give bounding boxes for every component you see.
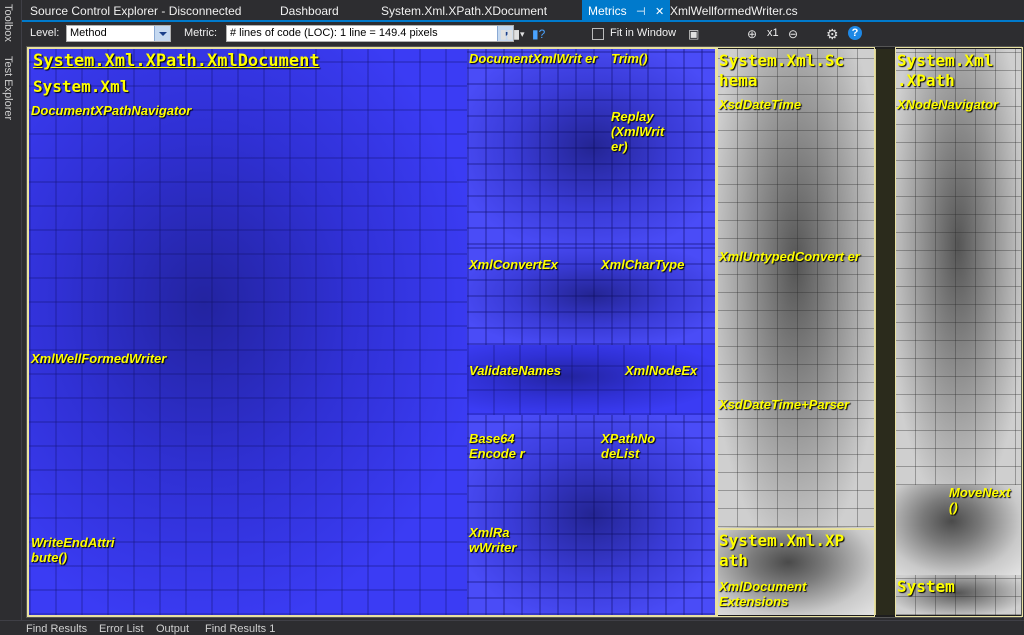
tab-find-results-1[interactable]: Find Results 1 [205,623,275,635]
class-label-xmlwellformedwriter: XmlWellFormedWriter [31,351,167,366]
treemap-separator [875,49,897,615]
metric-value: # lines of code (LOC): 1 line = 149.4 pi… [230,27,438,39]
zoom-level: x1 [767,27,779,39]
method-label-trim: Trim() [611,51,648,66]
fit-window-icon[interactable] [592,28,604,40]
tab-error-list[interactable]: Error List [99,623,144,635]
zoom-in-icon[interactable]: ⊕ [747,26,757,42]
treemap-cell-documentxmlwriter[interactable] [467,49,717,245]
tab-dashboard[interactable]: Dashboard [274,0,345,22]
metrics-toolbar: Level: Method Metric: # lines of code (L… [22,22,1024,46]
class-label-xpathnodelist: XPathNo deList [601,431,656,461]
class-label-documentxmlwriter: DocumentXmlWrit er [469,51,598,66]
toolbox-tab[interactable]: Toolbox [2,4,14,42]
namespace-label-system: System [897,577,955,596]
treemap-cell-xmlwellformedwriter[interactable] [29,49,467,615]
bottom-tool-tabs: Find Results Error List Output Find Resu… [0,620,1024,635]
namespace-label-xml-schema: System.Xml.Sc hema [719,51,845,90]
method-label-writeendattribute: WriteEndAttri bute() [31,535,115,565]
class-label-xmlconvertex: XmlConvertEx [469,257,558,272]
metric-label: Metric: [184,27,217,39]
fit-in-window-button[interactable]: Fit in Window [610,27,676,39]
settings-icon[interactable]: ⚙ [826,26,839,42]
side-tool-rail: Toolbox Test Explorer [0,0,22,620]
document-tab-strip: Source Control Explorer - Disconnected D… [22,0,1024,22]
zoom-out-icon[interactable]: ⊖ [788,26,798,42]
tab-xpath-xdocument[interactable]: System.Xml.XPath.XDocument [375,0,553,22]
class-label-xsddatetime: XsdDateTime [719,97,802,112]
namespace-label-root: System.Xml.XPath.XmlDocument [33,51,320,71]
tab-xmlwellformedwriter[interactable]: XmlWellformedWriter.cs [664,0,804,22]
tab-source-control-explorer[interactable]: Source Control Explorer - Disconnected [24,0,247,22]
namespace-label-system-xml: System.Xml [33,77,130,96]
tab-output[interactable]: Output [156,623,189,635]
bar-chart-icon[interactable]: ▮▮▮ [500,26,520,42]
treemap-cell-validatenames[interactable] [467,345,717,415]
class-label-xmlrawwriter: XmlRa wWriter [469,525,517,555]
class-label-base64encoder: Base64 Encode r [469,431,525,461]
class-label-documentxpathnavigator: DocumentXPathNavigator [31,103,192,118]
class-label-xmlchartype: XmlCharType [601,257,685,272]
treemap-cell-xml-xpath[interactable] [895,49,1021,485]
namespace-label-xml-xpath-bottom: System.Xml.XP ath [719,531,845,570]
close-icon[interactable]: ✕ [655,1,664,23]
class-label-xmldocumentextensions: XmlDocument Extensions [719,579,807,609]
namespace-label-xml-xpath: System.Xml .XPath [897,51,994,90]
pin-icon[interactable]: ⊣ [636,1,646,23]
level-dropdown[interactable]: Method [66,25,171,42]
tab-find-results[interactable]: Find Results [26,623,87,635]
class-label-xmluntypedconverter: XmlUntypedConvert er [719,249,860,264]
treemap-cell-xml-schema[interactable] [717,49,875,527]
method-label-replay: Replay (XmlWrit er) [611,109,665,154]
chevron-down-icon[interactable]: ▾ [520,26,525,42]
tab-metrics-label: Metrics [588,4,627,18]
chevron-down-icon[interactable] [154,26,170,41]
method-label-movenext: MoveNext () [949,485,1011,515]
class-label-xnodenavigator: XNodeNavigator [897,97,999,112]
metric-dropdown[interactable]: # lines of code (LOC): 1 line = 149.4 pi… [226,25,514,42]
class-label-xmlnodeex: XmlNodeEx [625,363,698,378]
camera-icon[interactable]: ▣ [688,26,699,42]
tab-metrics[interactable]: Metrics ⊣ ✕ [582,0,671,23]
class-label-xsddatetime-parser: XsdDateTime+Parser [719,397,850,412]
metrics-treemap[interactable]: System.Xml.XPath.XmlDocument System.Xml … [26,46,1023,618]
level-value: Method [70,27,107,39]
test-explorer-tab[interactable]: Test Explorer [2,56,14,120]
class-label-validatenames: ValidateNames [469,363,562,378]
level-label: Level: [30,27,60,39]
bar-chart-help-icon[interactable]: ▮? [532,26,545,42]
help-icon[interactable]: ? [848,26,862,40]
